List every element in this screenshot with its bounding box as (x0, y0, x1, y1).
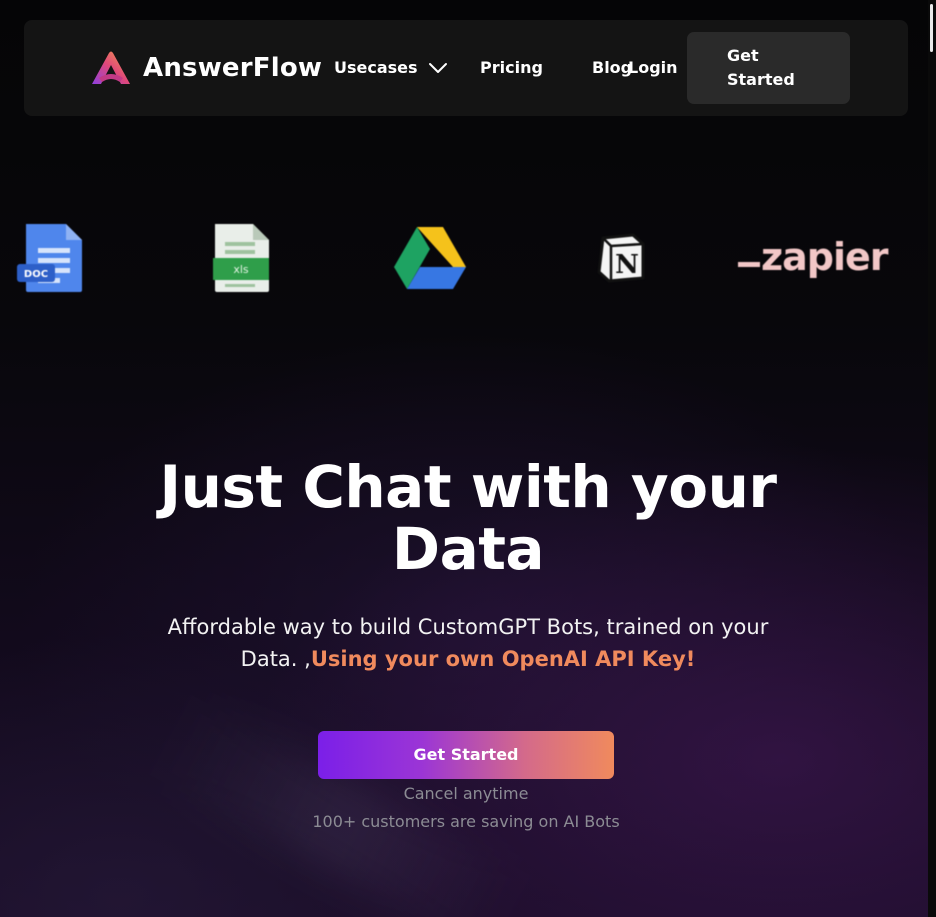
zapier-underscore-mark (738, 261, 760, 267)
chevron-down-icon (428, 62, 447, 73)
nav-usecases-label: Usecases (334, 58, 418, 77)
hero-subtitle-accent: Using your own OpenAI API Key! (310, 647, 696, 671)
hero-headline-line2: Data (391, 515, 545, 583)
zapier-wordmark: zapier (761, 235, 888, 279)
page-scrollbar[interactable] (928, 0, 936, 917)
notion-icon: N (597, 233, 645, 283)
nav-usecases-dropdown[interactable]: Usecases (334, 58, 448, 77)
nav-login-link[interactable]: Login (628, 58, 678, 77)
nav-pricing-link[interactable]: Pricing (480, 58, 543, 77)
top-navigation: AnswerFlow Usecases Pricing Blog Login G… (24, 20, 908, 116)
brand-name: AnswerFlow (143, 53, 323, 83)
hero-subtitle: Affordable way to build CustomGPT Bots, … (140, 611, 796, 675)
nav-cta-line2: Started (727, 70, 795, 89)
cancel-anytime-note: Cancel anytime (403, 784, 529, 803)
scrollbar-thumb[interactable] (930, 4, 933, 52)
hero-get-started-button[interactable]: Get Started (318, 731, 614, 779)
background-light-streak (151, 696, 529, 917)
xls-icon-label: xls (233, 263, 249, 276)
hero-headline-line1: Just Chat with your (159, 453, 777, 521)
google-drive-icon (394, 227, 466, 289)
nav-get-started-button[interactable]: Get Started (687, 32, 850, 104)
doc-icon-label: DOC (24, 269, 48, 280)
excel-sheet-icon: xls (213, 224, 269, 292)
notion-icon-label: N (615, 250, 639, 280)
answerflow-logo-icon (92, 51, 130, 84)
hero-headline: Just Chat with your Data (0, 456, 936, 580)
nav-blog-link[interactable]: Blog (592, 58, 632, 77)
zapier-logo: zapier (738, 235, 888, 279)
customers-note: 100+ customers are saving on AI Bots (312, 812, 620, 831)
brand-logo-link[interactable]: AnswerFlow (90, 50, 322, 86)
landing-page: AnswerFlow Usecases Pricing Blog Login G… (0, 0, 936, 917)
nav-cta-line1: Get (727, 46, 759, 65)
integration-logo-strip: DOC xls N zapier (0, 210, 936, 310)
google-docs-icon: DOC (17, 224, 82, 292)
